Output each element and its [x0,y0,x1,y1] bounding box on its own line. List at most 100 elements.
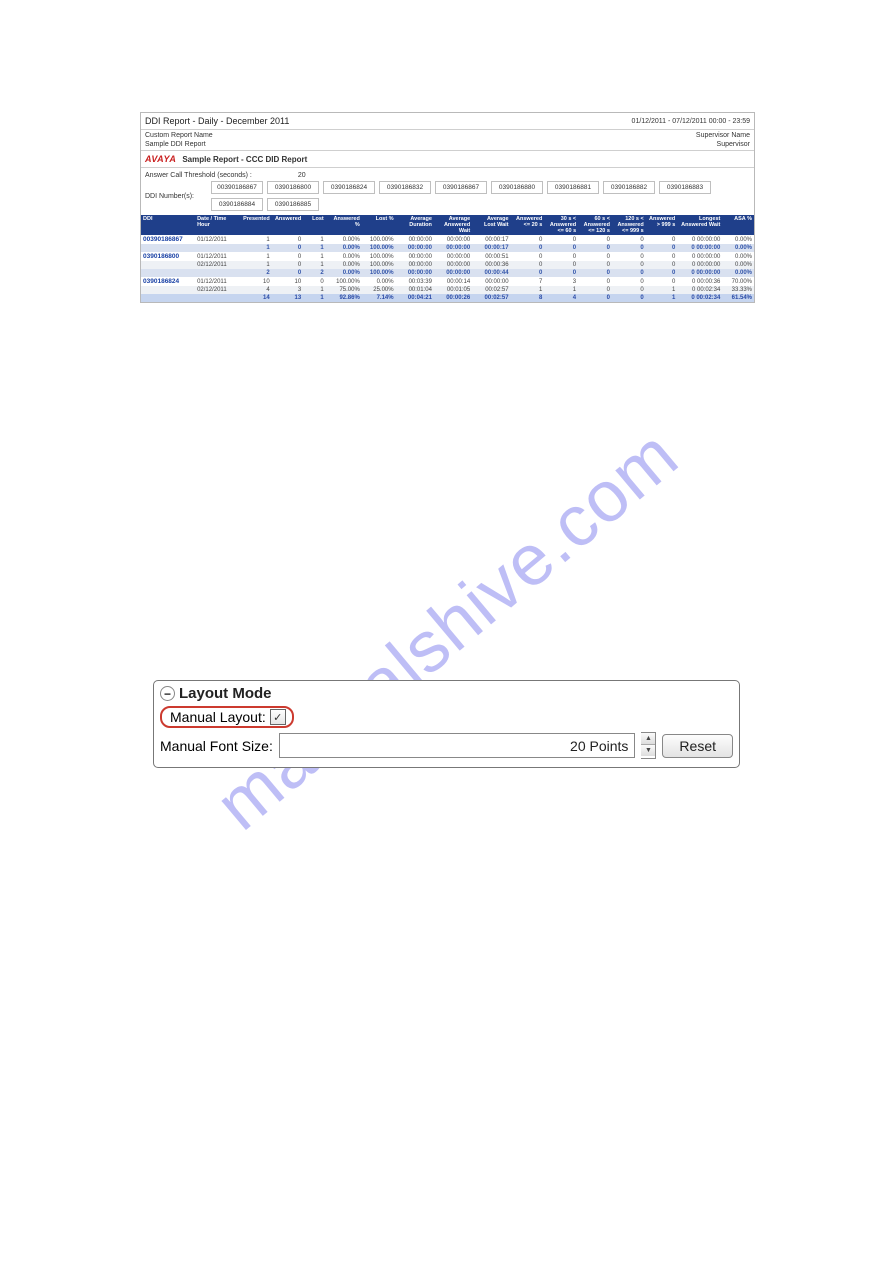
table-header-cell: Average Duration [396,215,434,235]
table-cell: 00:00:00 [434,261,472,269]
table-cell: 0 [578,277,612,286]
table-row: 1010.00%100.00%00:00:0000:00:0000:00:170… [141,244,754,252]
table-cell: 0 [646,252,678,261]
table-cell: 3 [544,277,578,286]
table-cell: 00:00:51 [472,252,510,261]
table-cell: 0 00:00:00 [677,235,722,244]
layout-mode-panel: − Layout Mode Manual Layout: ✓ Manual Fo… [153,680,740,768]
table-cell: 0 [511,261,545,269]
ddi-number-box: 0390186884 [211,198,263,211]
report-title-row: DDI Report - Daily - December 2011 01/12… [141,113,754,130]
table-cell: 0 [646,277,678,286]
table-cell: 0.00% [722,252,754,261]
table-cell: 1 [240,252,272,261]
table-cell: 1 [511,286,545,294]
font-size-spinner[interactable]: ▲ ▼ [641,732,656,759]
table-cell: 1 [544,286,578,294]
table-header-cell: Lost [303,215,326,235]
table-cell: 100.00% [362,244,396,252]
table-cell: 0 [578,269,612,277]
table-cell: 2 [303,269,326,277]
table-cell [195,244,240,252]
table-header-cell: 120 s < Answered <= 999 s [612,215,646,235]
table-cell: 00:00:00 [434,244,472,252]
table-header-cell: 30 s < Answered <= 60 s [544,215,578,235]
table-cell: 100.00% [362,261,396,269]
table-cell: 100.00% [362,269,396,277]
reset-button[interactable]: Reset [662,734,733,758]
spinner-up-icon[interactable]: ▲ [641,733,655,745]
table-cell: 0 [578,294,612,302]
reset-button-label: Reset [679,738,716,754]
table-cell: 1 [240,235,272,244]
manual-font-size-input[interactable]: 20 Points [279,733,636,758]
table-cell: 0 [646,261,678,269]
table-cell: 0 [612,261,646,269]
table-cell [141,244,195,252]
table-cell: 100.00% [362,252,396,261]
sample-report-value: Supervisor [717,141,750,148]
table-cell: 0 [272,261,304,269]
table-cell: 00:00:17 [472,235,510,244]
table-cell: 1 [303,261,326,269]
manual-layout-checkbox[interactable]: ✓ [270,709,286,725]
table-cell [141,269,195,277]
table-cell: 00:00:36 [472,261,510,269]
table-cell: 00:00:17 [472,244,510,252]
ddi-numbers-label: DDI Number(s): [145,193,205,200]
ddi-number-box: 0390186832 [379,181,431,194]
ddi-number-box: 0390186800 [267,181,319,194]
report-panel: DDI Report - Daily - December 2011 01/12… [140,112,755,303]
table-cell: 00390186867 [141,235,195,244]
table-cell: 0 [612,286,646,294]
table-cell: 1 [303,244,326,252]
table-cell: 0.00% [722,244,754,252]
collapse-icon[interactable]: − [160,686,175,701]
table-cell: 0 [612,252,646,261]
ddi-number-list: 0039018686703901868000390186824039018683… [211,181,750,211]
table-cell: 0.00% [722,261,754,269]
table-cell: 0.00% [362,277,396,286]
table-cell: 4 [240,286,272,294]
ddi-number-box: 0390186867 [435,181,487,194]
table-cell [141,261,195,269]
table-cell: 00:00:00 [434,235,472,244]
table-cell: 3 [272,286,304,294]
table-cell: 0.00% [326,235,362,244]
table-header-cell: Answered [272,215,304,235]
table-row: 039018682401/12/201110100100.00%0.00%00:… [141,277,754,286]
table-cell: 70.00% [722,277,754,286]
table-cell: 92.86% [326,294,362,302]
ddi-number-box: 0390186883 [659,181,711,194]
table-header-cell: Answered > 999 s [646,215,678,235]
table-cell: 00:00:14 [434,277,472,286]
table-cell: 0 [646,235,678,244]
table-cell: 0 [612,269,646,277]
table-cell: 00:00:44 [472,269,510,277]
table-cell: 0.00% [326,252,362,261]
layout-mode-title: Layout Mode [179,685,272,702]
table-cell: 0 [272,252,304,261]
table-cell [195,269,240,277]
table-cell: 0.00% [722,235,754,244]
table-cell: 0 [612,294,646,302]
spinner-down-icon[interactable]: ▼ [641,745,655,756]
table-cell: 01/12/2011 [195,235,240,244]
table-cell: 0 [612,277,646,286]
table-cell: 1 [240,261,272,269]
table-cell: 0 00:02:34 [677,286,722,294]
table-cell: 00:00:00 [396,235,434,244]
table-body: 0039018686701/12/20111010.00%100.00%00:0… [141,235,754,302]
table-row: 2020.00%100.00%00:00:0000:00:0000:00:440… [141,269,754,277]
table-cell: 0 00:00:00 [677,261,722,269]
table-cell: 00:02:57 [472,286,510,294]
table-cell: 00:00:00 [472,277,510,286]
table-cell: 0 00:00:00 [677,244,722,252]
table-cell: 00:01:05 [434,286,472,294]
table-cell: 00:00:00 [396,244,434,252]
table-cell: 13 [272,294,304,302]
table-header-cell: Average Lost Wait [472,215,510,235]
table-cell: 0 [544,235,578,244]
layout-mode-header[interactable]: − Layout Mode [160,685,733,702]
table-cell: 00:02:57 [472,294,510,302]
